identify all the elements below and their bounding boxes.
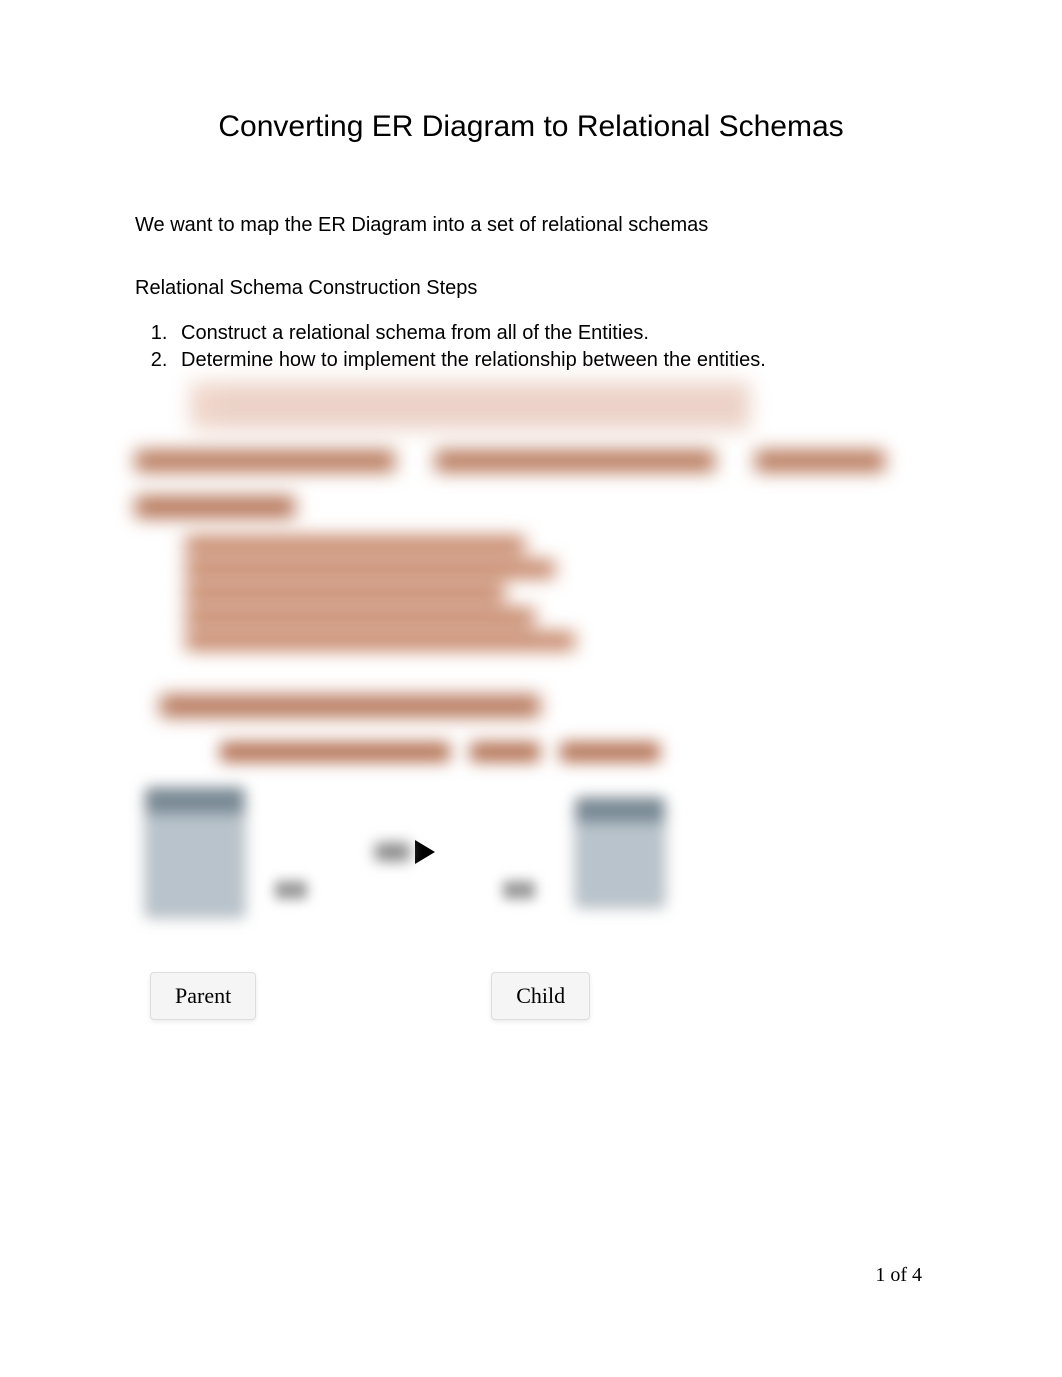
blurred-content <box>185 536 927 650</box>
page-title: Converting ER Diagram to Relational Sche… <box>195 110 867 144</box>
intro-paragraph: We want to map the ER Diagram into a set… <box>135 214 927 237</box>
entity-box-parent <box>145 787 245 917</box>
step-item: Determine how to implement the relations… <box>173 347 927 374</box>
blurred-cardinality <box>275 881 307 899</box>
steps-list: Construct a relational schema from all o… <box>135 320 927 374</box>
section-heading: Relational Schema Construction Steps <box>135 277 927 300</box>
blurred-content <box>220 742 690 762</box>
entity-box-child <box>575 797 665 907</box>
blurred-label <box>375 843 410 861</box>
relationship-connector <box>255 840 555 864</box>
page-number: 1 of 4 <box>875 1264 922 1287</box>
blurred-content <box>135 496 295 518</box>
child-label: Child <box>491 972 590 1020</box>
parent-label: Parent <box>150 972 256 1020</box>
blurred-content <box>135 450 905 476</box>
blurred-cardinality <box>503 881 535 899</box>
er-diagram <box>145 787 927 917</box>
blurred-content <box>190 382 750 430</box>
arrow-icon <box>415 840 435 864</box>
diagram-labels: Parent Child <box>150 972 927 1020</box>
step-item: Construct a relational schema from all o… <box>173 320 927 347</box>
blurred-content <box>160 695 540 717</box>
